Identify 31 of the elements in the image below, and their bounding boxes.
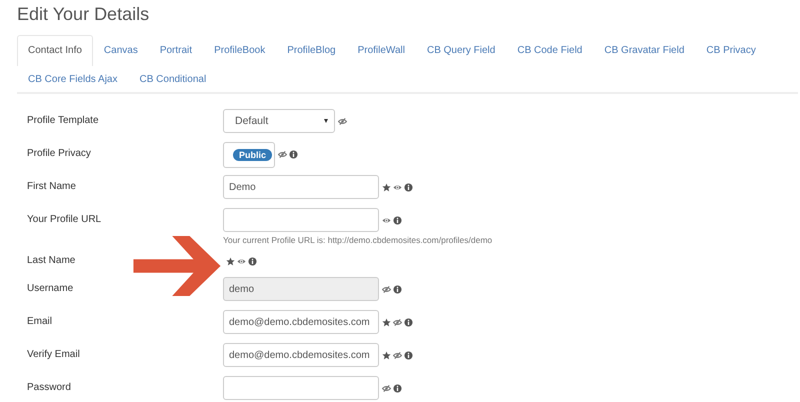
field-label: Password — [27, 381, 72, 395]
tab[interactable]: CB Privacy — [695, 35, 767, 66]
field-label: Last Name — [27, 254, 76, 268]
input-field[interactable]: demo@demo.cbdemosites.com — [223, 343, 379, 367]
input-field[interactable]: demo@demo.cbdemosites.com — [223, 310, 379, 334]
field-label: Verify Email — [27, 348, 81, 362]
input-field[interactable] — [223, 208, 379, 232]
tab[interactable]: CB Code Field — [506, 35, 594, 66]
field-label: Profile Privacy — [27, 147, 92, 161]
tab[interactable]: ProfileBook — [203, 35, 276, 66]
field-label: Profile Template — [27, 114, 100, 128]
tab[interactable]: CB Core Fields Ajax — [17, 66, 128, 92]
tab[interactable]: Contact Info — [17, 35, 93, 66]
input-field[interactable] — [223, 376, 379, 400]
tab[interactable]: CB Conditional — [128, 66, 218, 92]
privacy-selector[interactable]: Public — [223, 142, 275, 168]
page-title: Edit Your Details — [17, 3, 150, 26]
field-label: Your Profile URL — [27, 213, 102, 227]
privacy-badge: Public — [233, 148, 272, 160]
tab[interactable]: ProfileBlog — [276, 35, 347, 66]
dropdown[interactable]: Default — [223, 109, 335, 133]
field-label: First Name — [27, 180, 77, 194]
field-label: Email — [27, 315, 54, 329]
tab[interactable]: ProfileWall — [346, 35, 416, 66]
tab[interactable]: Portrait — [148, 35, 204, 66]
input-field[interactable]: Demo — [223, 175, 379, 199]
tab[interactable]: CB Gravatar Field — [593, 35, 696, 66]
help-text: Your current Profile URL is: http://demo.cbdemosites.com/profiles/demo — [223, 235, 492, 245]
tab[interactable]: CB Query Field — [416, 35, 506, 66]
tab[interactable]: Canvas — [92, 35, 149, 66]
field-label: Username — [27, 282, 74, 296]
